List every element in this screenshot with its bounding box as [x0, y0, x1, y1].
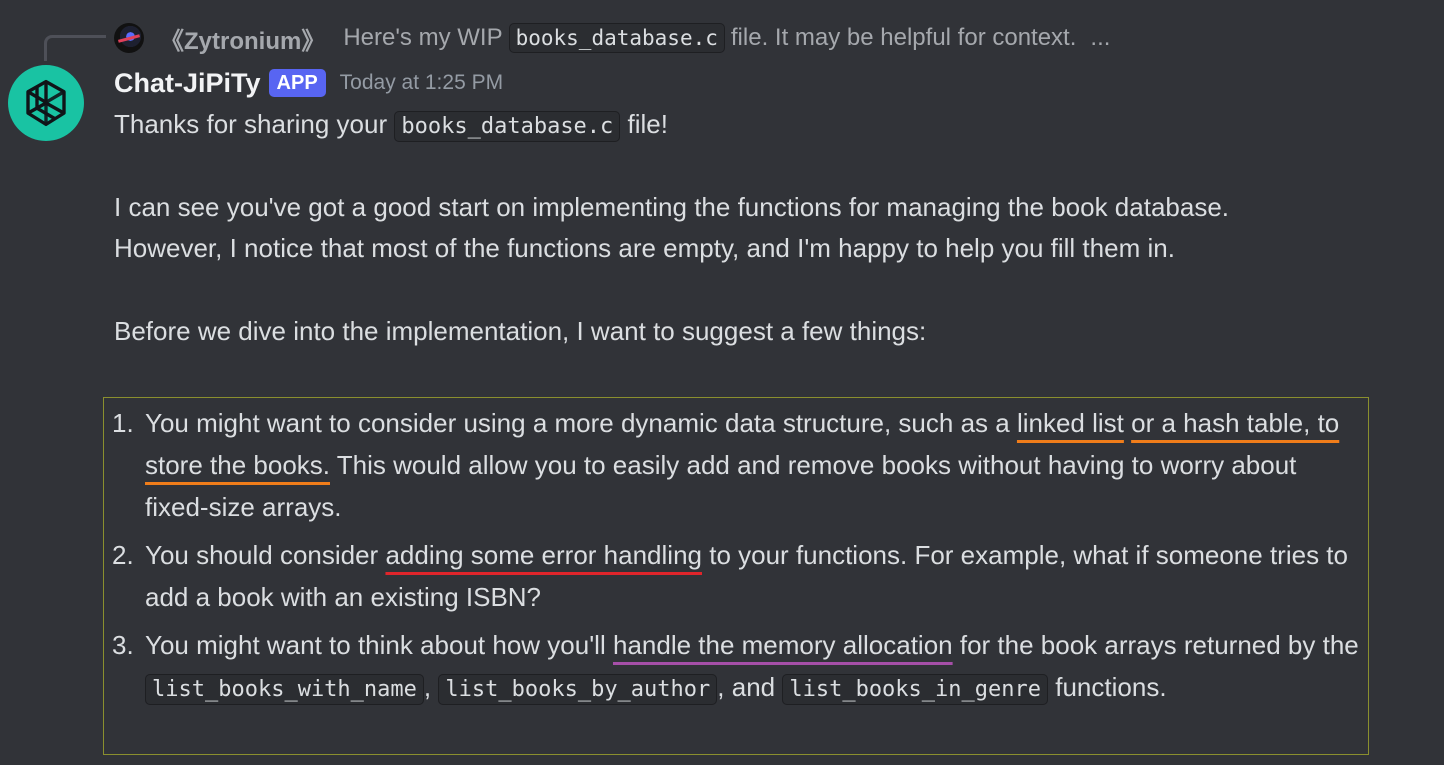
- list-item: 2. You should consider adding some error…: [112, 534, 1364, 618]
- reply-preview[interactable]: 《Zytronium》 Here's my WIP books_database…: [114, 20, 1110, 56]
- list-number: 1.: [112, 408, 134, 438]
- reply-ellipsis: ...: [1090, 24, 1111, 51]
- openai-logo-icon: [26, 79, 66, 127]
- item3-text-end: functions.: [1055, 672, 1167, 702]
- reply-author-name[interactable]: 《Zytronium》: [160, 21, 325, 56]
- message-timestamp[interactable]: Today at 1:25 PM: [340, 71, 503, 95]
- author-name[interactable]: Chat-JiPiTy: [114, 68, 261, 99]
- line1-after: file!: [627, 109, 668, 139]
- item2-highlight: adding some error handling: [385, 540, 702, 570]
- list-number: 3.: [112, 630, 134, 660]
- reply-code: books_database.c: [508, 23, 725, 53]
- item3-highlight: handle the memory allocation: [612, 630, 953, 660]
- inline-code: list_books_in_genre: [782, 674, 1049, 705]
- message-line-1: Thanks for sharing your books_database.c…: [114, 104, 1414, 147]
- message-paragraph-2: I can see you've got a good start on imp…: [114, 187, 1414, 269]
- list-item: 3. You might want to think about how you…: [112, 624, 1364, 711]
- suggestion-list: 1. You might want to consider using a mo…: [112, 402, 1364, 717]
- para2-line2: However, I notice that most of the funct…: [114, 233, 1175, 263]
- chat-view: 《Zytronium》 Here's my WIP books_database…: [0, 0, 1444, 765]
- inline-code: list_books_by_author: [438, 674, 718, 705]
- list-number: 2.: [112, 540, 134, 570]
- item3-text-mid: for the book arrays returned by the: [959, 630, 1359, 660]
- separator: , and: [717, 672, 776, 702]
- item1-text: You might want to consider using a more …: [145, 408, 1010, 438]
- separator: ,: [423, 672, 432, 702]
- reply-author-avatar[interactable]: [114, 23, 144, 53]
- line1-before: Thanks for sharing your: [114, 109, 388, 139]
- inline-code: books_database.c: [394, 111, 621, 142]
- item2-text: You should consider: [145, 540, 379, 570]
- reply-text-before: Here's my WIP: [343, 24, 503, 51]
- inline-code: list_books_with_name: [145, 674, 424, 705]
- app-badge: APP: [268, 69, 326, 97]
- reply-connector: [44, 35, 106, 61]
- para2-line1: I can see you've got a good start on imp…: [114, 192, 1230, 222]
- list-item: 1. You might want to consider using a mo…: [112, 402, 1364, 528]
- message-paragraph-3: Before we dive into the implementation, …: [114, 316, 927, 346]
- reply-text-after: file. It may be helpful for context.: [730, 24, 1077, 51]
- message-header: Chat-JiPiTy APP Today at 1:25 PM: [114, 64, 503, 102]
- bot-avatar[interactable]: [8, 65, 84, 141]
- item1-highlight-linked-list: linked list: [1016, 408, 1124, 438]
- item3-text: You might want to think about how you'll: [145, 630, 606, 660]
